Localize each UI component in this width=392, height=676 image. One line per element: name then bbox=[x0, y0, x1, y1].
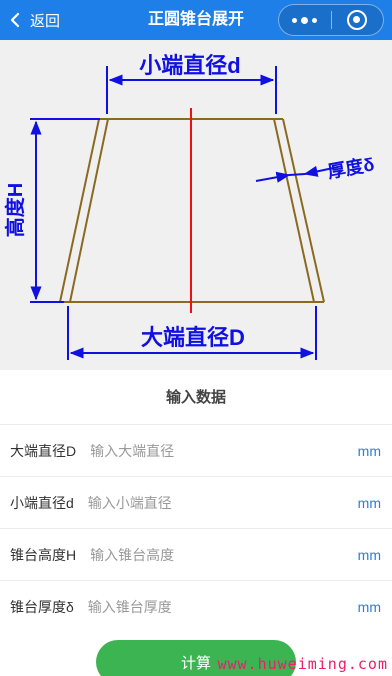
unit-mm: mm bbox=[357, 546, 381, 563]
more-button[interactable] bbox=[279, 4, 331, 36]
large-diameter-label: 大端直径D bbox=[141, 325, 245, 350]
more-dots-icon bbox=[292, 16, 318, 24]
cone-height-row: 锥台高度H mm bbox=[0, 528, 392, 580]
mini-program-capsule bbox=[278, 4, 384, 36]
cone-thickness-input[interactable] bbox=[87, 598, 318, 615]
small-diameter-row: 小端直径d mm bbox=[0, 476, 392, 528]
cone-height-input[interactable] bbox=[90, 546, 321, 563]
unit-mm: mm bbox=[357, 494, 381, 511]
small-diameter-label: 小端直径d bbox=[139, 53, 240, 78]
frustum-drawing: 小端直径d 大端直径D 高度H 厚度δ bbox=[3, 53, 376, 360]
thickness-label: 厚度δ bbox=[326, 153, 376, 182]
target-close-icon bbox=[347, 10, 368, 30]
large-diameter-input[interactable] bbox=[90, 442, 321, 459]
small-diameter-input[interactable] bbox=[87, 494, 318, 511]
input-section-title: 输入数据 bbox=[165, 389, 226, 406]
cone-thickness-label-text: 锥台厚度δ bbox=[10, 598, 74, 615]
large-diameter-row: 大端直径D mm bbox=[0, 424, 392, 476]
large-diameter-label-text: 大端直径D bbox=[10, 442, 77, 459]
navigation-bar: 返回 正圆锥台展开 bbox=[0, 0, 392, 40]
unit-mm: mm bbox=[357, 598, 381, 615]
frustum-diagram: 小端直径d 大端直径D 高度H 厚度δ bbox=[0, 40, 392, 370]
close-program-button[interactable] bbox=[331, 4, 383, 36]
unit-mm: mm bbox=[357, 442, 381, 459]
small-diameter-label-text: 小端直径d bbox=[10, 494, 74, 511]
cone-height-label-text: 锥台高度H bbox=[10, 546, 77, 563]
cone-thickness-row: 锥台厚度δ mm bbox=[0, 580, 392, 632]
site-watermark: www.huweiming.com bbox=[217, 655, 388, 673]
height-label: 高度H bbox=[3, 183, 27, 237]
